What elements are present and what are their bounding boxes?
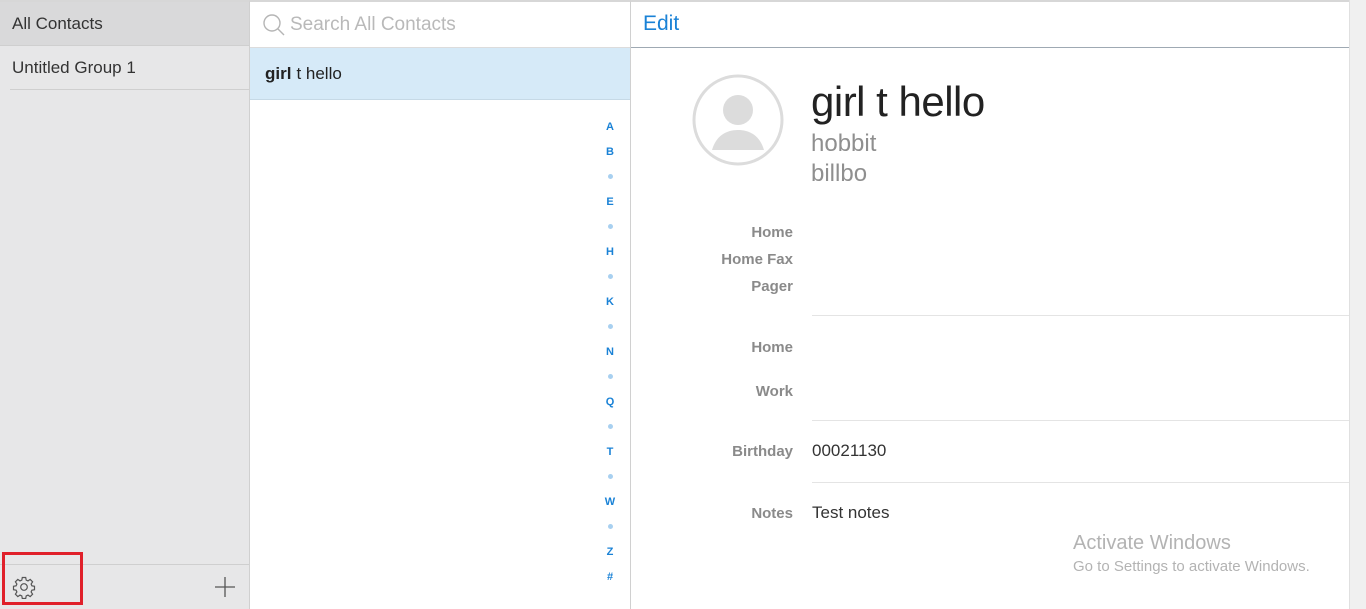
contact-detail-pane: Edit girl t hello hobbit billbo Home Hom… [631,0,1349,609]
index-dot-mark [607,224,613,229]
gear-icon [12,576,36,600]
index-letter[interactable]: Q [600,389,620,414]
contact-subtitle-2: billbo [811,160,868,187]
index-dot-mark [607,524,613,529]
index-letter[interactable]: T [600,439,620,464]
field-label-work-address: Work [755,383,793,400]
contacts-list-pane: girl t hello ABEHKNQTWZ# [250,0,631,609]
field-label-home-address: Home [751,339,793,356]
index-letter[interactable]: A [600,114,620,139]
index-letter[interactable]: E [600,189,620,214]
divider [812,315,1349,316]
edit-button[interactable]: Edit [643,12,679,36]
index-dot[interactable] [600,514,620,539]
index-dot-mark [607,424,613,429]
index-dot[interactable] [600,364,620,389]
add-contact-button[interactable] [213,575,237,599]
index-dot-mark [607,274,613,279]
field-label-birthday: Birthday [732,443,793,460]
field-value-birthday: 00021130 [812,441,887,460]
group-item-label: Untitled Group 1 [12,57,136,77]
index-dot[interactable] [600,264,620,289]
index-letter[interactable]: H [600,239,620,264]
divider [812,420,1349,421]
contact-name: girl t hello [811,78,985,125]
field-label-home-phone: Home [751,224,793,241]
field-label-notes: Notes [751,505,793,522]
settings-button[interactable] [12,575,36,600]
contact-last-name: girl [265,63,292,83]
window-scrollbar[interactable] [1349,0,1366,609]
activate-windows-title: Activate Windows [1073,532,1231,554]
index-dot-mark [607,174,613,179]
index-letter[interactable]: B [600,139,620,164]
index-letter[interactable]: # [600,564,620,589]
index-dot-mark [607,324,613,329]
index-dot[interactable] [600,314,620,339]
activate-windows-subtitle: Go to Settings to activate Windows. [1073,558,1310,575]
groups-footer [0,564,249,609]
field-label-home-fax: Home Fax [721,251,793,268]
index-dot[interactable] [600,464,620,489]
detail-header: Edit [631,2,1349,48]
search-bar [250,2,630,48]
index-dot[interactable] [600,214,620,239]
search-icon [263,14,285,36]
group-item-untitled-group-1[interactable]: Untitled Group 1 [10,46,249,90]
field-value-notes: Test notes [812,503,890,522]
divider [812,482,1349,483]
group-item-all-contacts[interactable]: All Contacts [0,2,249,46]
avatar-placeholder-icon [692,74,784,166]
index-letter[interactable]: K [600,289,620,314]
groups-sidebar: All Contacts Untitled Group 1 [0,0,250,609]
contact-rest-name: t hello [296,63,342,83]
contact-subtitle-1: hobbit [811,130,877,157]
alphabet-index: A B E H K N Q T W Z # [600,114,620,589]
plus-icon [215,577,235,597]
search-input[interactable] [290,10,610,40]
index-letter[interactable]: N [600,339,620,364]
contact-row[interactable]: girl t hello [250,48,630,100]
index-dot[interactable] [600,164,620,189]
index-letter[interactable]: W [600,489,620,514]
index-dot-mark [607,474,613,479]
field-label-pager: Pager [751,278,793,295]
index-letter[interactable]: Z [600,539,620,564]
index-dot-mark [607,374,613,379]
index-dot[interactable] [600,414,620,439]
group-item-label: All Contacts [12,13,103,33]
